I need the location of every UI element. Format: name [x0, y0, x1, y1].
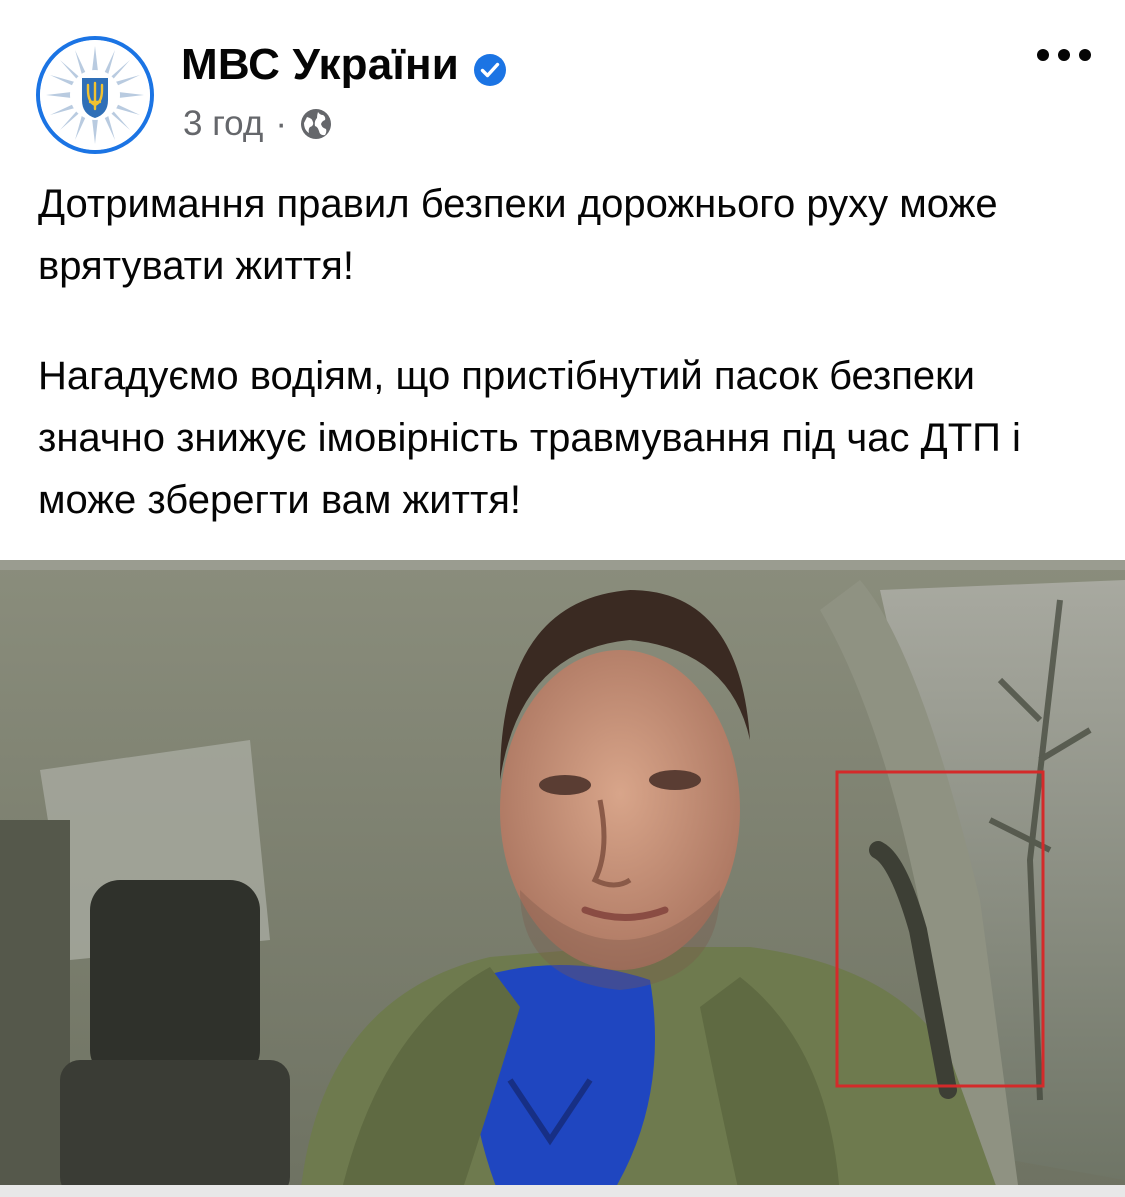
- post-photo[interactable]: [0, 560, 1125, 1197]
- more-dot: [1079, 49, 1091, 61]
- post-text: Дотримання правил безпеки дорожнього рух…: [38, 173, 1098, 531]
- post-meta: 3 год ·: [183, 104, 333, 144]
- verified-badge-icon: [473, 48, 507, 86]
- post-timestamp[interactable]: 3 год: [183, 104, 263, 144]
- more-dot: [1037, 49, 1049, 61]
- page-name[interactable]: МВС України: [181, 40, 507, 90]
- globe-icon[interactable]: [299, 107, 333, 141]
- more-options-icon[interactable]: [1037, 40, 1091, 70]
- meta-separator: ·: [275, 104, 287, 143]
- car-selfie-image: [0, 560, 1125, 1197]
- page-avatar[interactable]: [36, 36, 154, 154]
- page-name-text[interactable]: МВС України: [181, 40, 459, 90]
- post-paragraph: Нагадуємо водіям, що пристібнутий пасок …: [38, 354, 1021, 522]
- more-dot: [1058, 49, 1070, 61]
- post-header: МВС України 3 год ·: [0, 0, 1125, 160]
- ministry-emblem-icon: [40, 40, 150, 150]
- post-paragraph: Дотримання правил безпеки дорожнього рух…: [38, 182, 998, 288]
